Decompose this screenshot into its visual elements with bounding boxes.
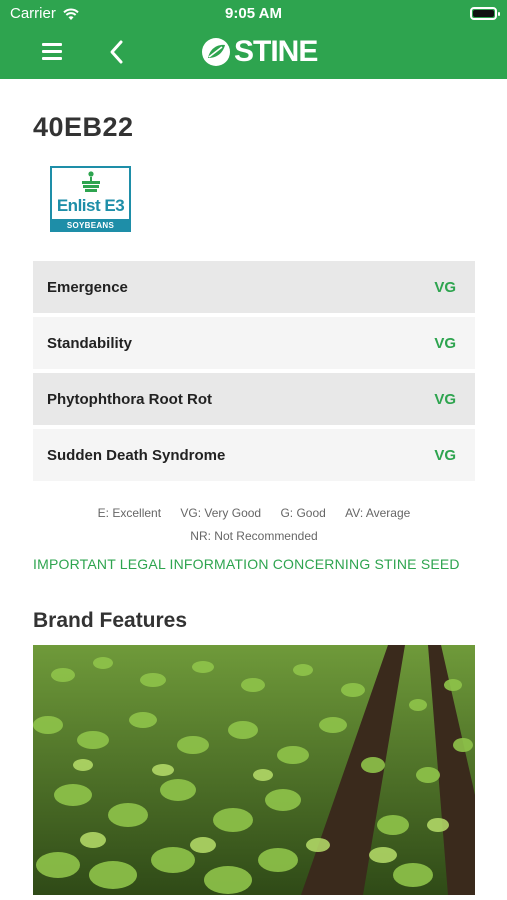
legend-item: NR: Not Recommended: [190, 529, 318, 543]
enlist-e3-badge: Enlist E3 SOYBEANS: [50, 166, 131, 232]
trait-row: Standability VG: [33, 317, 475, 369]
menu-bar: [42, 57, 62, 60]
trait-name: Phytophthora Root Rot: [47, 390, 212, 408]
menu-button[interactable]: [40, 40, 66, 62]
chevron-left-icon: [110, 40, 123, 64]
status-time: 9:05 AM: [225, 5, 282, 22]
trait-rating: VG: [434, 446, 456, 464]
seed-leaf-icon: [202, 38, 230, 66]
back-button[interactable]: [106, 38, 128, 66]
product-title: 40EB22: [33, 112, 134, 142]
legend-item: E: Excellent: [97, 506, 162, 520]
trait-row: Sudden Death Syndrome VG: [33, 429, 475, 481]
battery-icon: [470, 7, 500, 20]
thumbs-up-icon: [81, 171, 100, 192]
legend-item: VG: Very Good: [180, 506, 262, 520]
status-bar: Carrier 9:05 AM: [0, 0, 507, 28]
legal-information-link[interactable]: IMPORTANT LEGAL INFORMATION CONCERNING S…: [33, 556, 493, 572]
top-bar: Carrier 9:05 AM STINE: [0, 0, 507, 79]
rating-legend: E: Excellent VG: Very Good G: Good AV: A…: [33, 502, 475, 548]
brand-name: STINE: [234, 35, 318, 68]
trait-rating: VG: [434, 390, 456, 408]
trait-name: Standability: [47, 334, 133, 352]
brand-logo: STINE: [200, 35, 318, 69]
trait-rating: VG: [434, 278, 456, 296]
brand-features-heading: Brand Features: [33, 609, 188, 632]
trait-name: Emergence: [47, 278, 128, 296]
trait-rating: VG: [434, 334, 456, 352]
badge-subtitle: SOYBEANS: [52, 219, 129, 232]
legend-item: G: Good: [280, 506, 326, 520]
legend-item: AV: Average: [345, 506, 411, 520]
badge-emblem: [52, 170, 129, 196]
trait-row: Phytophthora Root Rot VG: [33, 373, 475, 425]
menu-bar: [42, 50, 62, 53]
trait-name: Sudden Death Syndrome: [47, 446, 226, 464]
legend-row: E: Excellent VG: Very Good G: Good AV: A…: [33, 502, 475, 525]
menu-bar: [42, 43, 62, 46]
badge-title: Enlist E3: [56, 196, 125, 215]
soybean-field-illustration: [33, 645, 475, 895]
trait-ratings-table: Emergence VG Standability VG Phytophthor…: [33, 261, 475, 485]
soybean-field-image: [33, 645, 475, 895]
trait-row: Emergence VG: [33, 261, 475, 313]
